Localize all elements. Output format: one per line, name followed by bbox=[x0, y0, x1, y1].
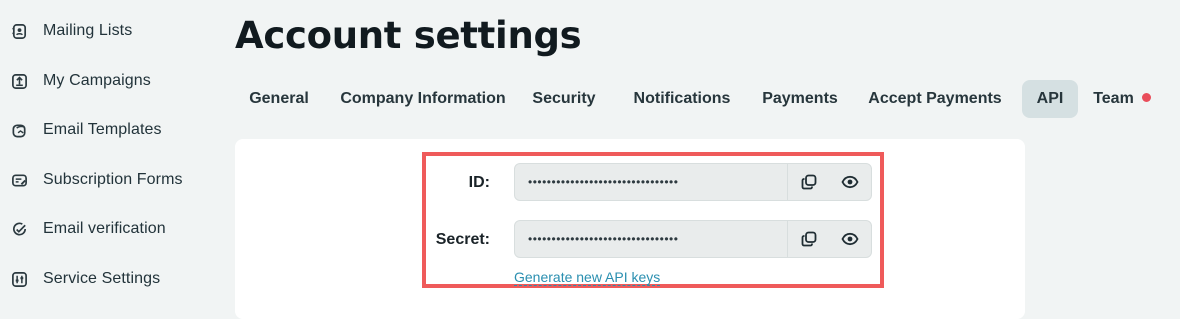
tab-notifications[interactable]: Notifications bbox=[623, 80, 741, 118]
tab-label: Payments bbox=[762, 90, 838, 107]
form-edit-icon bbox=[10, 171, 28, 189]
sliders-icon bbox=[10, 270, 28, 288]
secret-label: Secret: bbox=[435, 231, 490, 248]
copy-icon bbox=[801, 174, 817, 190]
tab-label: Company Information bbox=[340, 90, 506, 107]
tab-general[interactable]: General bbox=[235, 80, 323, 118]
api-id-field: •••••••••••••••••••••••••••••••• bbox=[514, 163, 872, 201]
tab-team[interactable]: Team bbox=[1087, 80, 1157, 118]
tab-label: Team bbox=[1093, 90, 1134, 107]
copy-icon bbox=[801, 231, 817, 247]
show-secret-button[interactable] bbox=[830, 221, 872, 257]
tab-payments[interactable]: Payments bbox=[753, 80, 847, 118]
copy-id-button[interactable] bbox=[787, 164, 830, 200]
sidebar-item-email-verification[interactable]: Email verification bbox=[10, 214, 210, 244]
api-secret-field: •••••••••••••••••••••••••••••••• bbox=[514, 220, 872, 258]
sidebar-item-mailing-lists[interactable]: Mailing Lists bbox=[10, 16, 210, 46]
page-title: Account settings bbox=[235, 14, 582, 57]
sidebar-item-label: Subscription Forms bbox=[43, 171, 183, 188]
tab-accept-payments[interactable]: Accept Payments bbox=[861, 80, 1009, 118]
sidebar-item-email-templates[interactable]: Email Templates bbox=[10, 115, 210, 145]
copy-secret-button[interactable] bbox=[787, 221, 830, 257]
sidebar: Mailing Lists My Campaigns Email Templat… bbox=[0, 0, 215, 305]
tab-label: Notifications bbox=[633, 90, 731, 107]
sidebar-item-label: Service Settings bbox=[43, 270, 161, 287]
api-id-value[interactable]: •••••••••••••••••••••••••••••••• bbox=[515, 175, 787, 189]
tab-label: General bbox=[249, 90, 309, 107]
sidebar-item-service-settings[interactable]: Service Settings bbox=[10, 264, 210, 294]
sidebar-item-label: My Campaigns bbox=[43, 72, 151, 89]
sidebar-item-subscription-forms[interactable]: Subscription Forms bbox=[10, 165, 210, 195]
tab-api[interactable]: API bbox=[1022, 80, 1078, 118]
sidebar-item-label: Email Templates bbox=[43, 121, 162, 138]
id-label: ID: bbox=[468, 174, 490, 191]
check-circle-icon bbox=[10, 220, 28, 238]
notification-dot bbox=[1141, 93, 1151, 103]
tab-security[interactable]: Security bbox=[525, 80, 603, 118]
api-secret-value[interactable]: •••••••••••••••••••••••••••••••• bbox=[515, 232, 787, 246]
contact-card-icon bbox=[10, 22, 28, 40]
tab-label: Security bbox=[532, 90, 596, 107]
sidebar-item-my-campaigns[interactable]: My Campaigns bbox=[10, 66, 210, 96]
generate-api-keys-link[interactable]: Generate new API keys bbox=[514, 270, 661, 286]
tab-company-information[interactable]: Company Information bbox=[335, 80, 511, 118]
upload-box-icon bbox=[10, 72, 28, 90]
sidebar-item-label: Mailing Lists bbox=[43, 22, 133, 39]
show-id-button[interactable] bbox=[830, 164, 872, 200]
sidebar-item-label: Email verification bbox=[43, 220, 166, 237]
eye-icon bbox=[841, 175, 859, 189]
eye-icon bbox=[841, 232, 859, 246]
tab-label: API bbox=[1036, 90, 1064, 107]
tab-label: Accept Payments bbox=[868, 90, 1002, 107]
templates-icon bbox=[10, 121, 28, 139]
